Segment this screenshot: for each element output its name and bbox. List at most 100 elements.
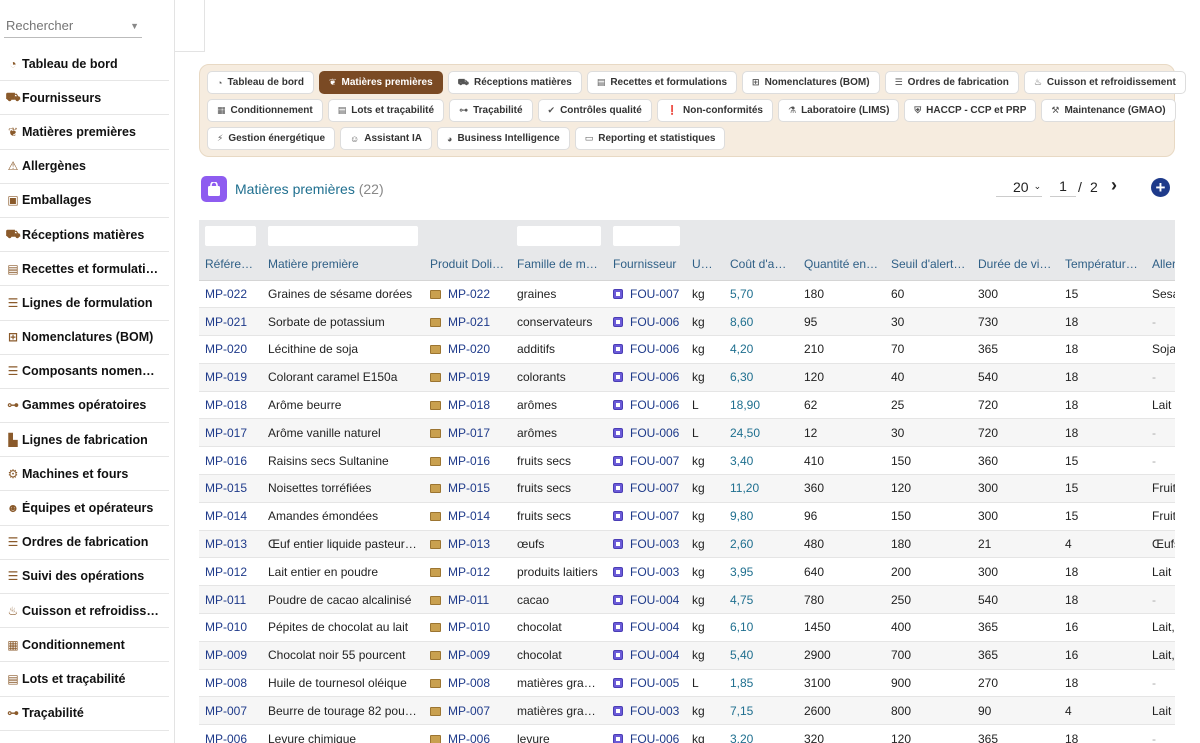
tab-cuisson-et-refroidissement[interactable]: ♨ Cuisson et refroidissement [1023, 71, 1186, 94]
tab-recettes-et-formulations[interactable]: ▤ Recettes et formulations [586, 71, 738, 94]
cell-reference[interactable]: MP-016 [199, 446, 262, 476]
tab-matieres-premieres[interactable]: ❦ Matières premières [318, 71, 443, 94]
cell-reference[interactable]: MP-011 [199, 585, 262, 615]
add-record-button[interactable]: + [1151, 178, 1170, 197]
cell-produit-dolibarr[interactable]: MP-007 [424, 696, 511, 726]
cell-reference[interactable]: MP-015 [199, 474, 262, 503]
tab-maintenance-gmao[interactable]: ⚒ Maintenance (GMAO) [1041, 99, 1176, 122]
table-row[interactable]: MP-013 Œuf entier liquide pasteurisé MP-01… [199, 530, 1175, 559]
cell-reference[interactable]: MP-007 [199, 696, 262, 726]
table-row[interactable]: MP-021 Sorbate de potassium MP-021 conserva… [199, 307, 1175, 337]
sidebar-item-emballages[interactable]: ▣ Emballages [0, 184, 169, 218]
sidebar-item-allergenes[interactable]: ⚠ Allergènes [0, 150, 169, 184]
cell-produit-dolibarr[interactable]: MP-021 [424, 307, 511, 337]
cell-produit-dolibarr[interactable]: MP-010 [424, 613, 511, 642]
tab-nomenclatures-bom[interactable]: ⊞ Nomenclatures (BOM) [742, 71, 880, 94]
column-header-allergenes[interactable]: Allergènes [1146, 248, 1175, 281]
cell-produit-dolibarr[interactable]: MP-016 [424, 446, 511, 476]
sidebar-item-fournisseurs[interactable]: ⛟ Fournisseurs [0, 81, 169, 116]
cell-reference[interactable]: MP-019 [199, 363, 262, 392]
cell-reference[interactable]: MP-009 [199, 641, 262, 670]
cell-reference[interactable]: MP-010 [199, 613, 262, 642]
sidebar-item-machines-et-fours[interactable]: ⚙ Machines et fours [0, 457, 169, 492]
cell-produit-dolibarr[interactable]: MP-015 [424, 474, 511, 503]
cell-fournisseur[interactable]: FOU-003 [607, 696, 686, 726]
cell-fournisseur[interactable]: FOU-003 [607, 530, 686, 559]
column-header-unite[interactable]: Unité [686, 248, 724, 281]
sidebar-item-lignes-de-formulation[interactable]: ☰ Lignes de formulation [0, 286, 169, 321]
tab-assistant-ia[interactable]: ☺ Assistant IA [340, 127, 433, 150]
sidebar-item-lignes-de-fabrication[interactable]: ▙ Lignes de fabrication [0, 423, 169, 458]
cell-reference[interactable]: MP-022 [199, 280, 262, 309]
column-header-reference[interactable]: Référence [199, 248, 262, 281]
cell-fournisseur[interactable]: FOU-006 [607, 363, 686, 392]
tab-lots-et-tracabilite[interactable]: ▤ Lots et traçabilité [327, 99, 445, 122]
table-row[interactable]: MP-007 Beurre de tourage 82 pourcent MP-00… [199, 696, 1175, 726]
sidebar-item-equipes-et-operateurs[interactable]: ☻ Équipes et opérateurs [0, 491, 169, 526]
table-row[interactable]: MP-010 Pépites de chocolat au lait MP-010 c… [199, 613, 1175, 642]
tab-receptions-matieres[interactable]: ⛟ Réceptions matières [447, 71, 582, 94]
tab-reporting-et-statistiques[interactable]: ▭ Reporting et statistiques [574, 127, 726, 150]
tab-haccp-ccp-et-prp[interactable]: ⛨ HACCP - CCP et PRP [904, 99, 1037, 122]
cell-produit-dolibarr[interactable]: MP-018 [424, 391, 511, 420]
column-header-produit-dolibarr[interactable]: Produit Dolibarr [424, 248, 511, 281]
filter-input-reference[interactable] [205, 226, 256, 246]
cell-fournisseur[interactable]: FOU-006 [607, 391, 686, 420]
cell-fournisseur[interactable]: FOU-006 [607, 335, 686, 364]
next-page-button[interactable]: › [1111, 175, 1117, 196]
sidebar-item-tableau-de-bord[interactable]: ◔ Tableau de bord [0, 47, 169, 82]
filter-input-fournisseur[interactable] [613, 226, 680, 246]
table-row[interactable]: MP-020 Lécithine de soja MP-020 additifs FOU… [199, 335, 1175, 364]
table-row[interactable]: MP-017 Arôme vanille naturel MP-017 arômes F… [199, 418, 1175, 448]
cell-produit-dolibarr[interactable]: MP-013 [424, 530, 511, 559]
cell-fournisseur[interactable]: FOU-007 [607, 280, 686, 309]
cell-fournisseur[interactable]: FOU-007 [607, 446, 686, 476]
column-header-duree-de-vie-jours[interactable]: Durée de vie (jours) [972, 248, 1059, 281]
tab-tableau-de-bord[interactable]: ◔ Tableau de bord [207, 71, 314, 94]
table-row[interactable]: MP-009 Chocolat noir 55 pourcent MP-009 cho… [199, 641, 1175, 670]
table-row[interactable]: MP-008 Huile de tournesol oléique MP-008 ma… [199, 669, 1175, 698]
cell-fournisseur[interactable]: FOU-006 [607, 418, 686, 448]
table-row[interactable]: MP-018 Arôme beurre MP-018 arômes FOU-006 L 18… [199, 391, 1175, 420]
cell-fournisseur[interactable]: FOU-005 [607, 669, 686, 698]
cell-fournisseur[interactable]: FOU-007 [607, 474, 686, 503]
sidebar-item-ordres-de-fabrication[interactable]: ☰ Ordres de fabrication [0, 526, 169, 560]
column-header-temperature-stockage[interactable]: Température stockage [1059, 248, 1146, 281]
sidebar-item-tracabilite[interactable]: ⊶ Traçabilité [0, 697, 169, 731]
table-row[interactable]: MP-022 Graines de sésame dorées MP-022 grai… [199, 280, 1175, 309]
cell-fournisseur[interactable]: FOU-004 [607, 641, 686, 670]
cell-fournisseur[interactable]: FOU-004 [607, 613, 686, 642]
sidebar-item-cuisson-et-refroidissement[interactable]: ♨Cuisson et refroidissement [0, 594, 169, 629]
cell-produit-dolibarr[interactable]: MP-008 [424, 669, 511, 698]
cell-produit-dolibarr[interactable]: MP-017 [424, 418, 511, 448]
cell-produit-dolibarr[interactable]: MP-014 [424, 502, 511, 531]
cell-reference[interactable]: MP-020 [199, 335, 262, 364]
table-row[interactable]: MP-011 Poudre de cacao alcalinisé MP-011 ca… [199, 585, 1175, 615]
sidebar-item-recettes-et-formulations[interactable]: ▤ Recettes et formulations [0, 252, 169, 287]
column-header-quantite-en-stock[interactable]: Quantité en stock [798, 248, 885, 281]
tab-tracabilite[interactable]: ⊶ Traçabilité [449, 99, 533, 122]
table-row[interactable]: MP-016 Raisins secs Sultanine MP-016 fruits… [199, 446, 1175, 476]
filter-input-famille-de-matiere[interactable] [517, 226, 601, 246]
sidebar-item-receptions-matieres[interactable]: ⛟ Réceptions matières [0, 218, 169, 253]
cell-produit-dolibarr[interactable]: MP-020 [424, 335, 511, 364]
tab-ordres-de-fabrication[interactable]: ☰ Ordres de fabrication [884, 71, 1019, 94]
column-header-matiere-premiere[interactable]: Matière première [262, 248, 424, 281]
sidebar-item-composants-nomenclature[interactable]: ☰Composants nomenclature [0, 355, 169, 389]
tab-conditionnement[interactable]: ▦ Conditionnement [207, 99, 323, 122]
table-row[interactable]: MP-012 Lait entier en poudre MP-012 produit… [199, 557, 1175, 587]
search-dropdown-icon[interactable]: ▼ [130, 21, 139, 31]
cell-fournisseur[interactable]: FOU-004 [607, 585, 686, 615]
sidebar-item-suivi-des-operations[interactable]: ☰ Suivi des opérations [0, 560, 169, 594]
cell-reference[interactable]: MP-006 [199, 724, 262, 743]
tab-laboratoire-lims[interactable]: ⚗ Laboratoire (LIMS) [777, 99, 900, 122]
tab-non-conformites[interactable]: ❗ Non-conformités [656, 99, 773, 122]
table-row[interactable]: MP-015 Noisettes torréfiées MP-015 fruits s… [199, 474, 1175, 503]
table-row[interactable]: MP-019 Colorant caramel E150a MP-019 colora… [199, 363, 1175, 392]
cell-produit-dolibarr[interactable]: MP-022 [424, 280, 511, 309]
search-input[interactable] [4, 12, 124, 39]
tab-controles-qualite[interactable]: ✔ Contrôles qualité [537, 99, 652, 122]
filter-input-matiere-premiere[interactable] [268, 226, 418, 246]
cell-reference[interactable]: MP-018 [199, 391, 262, 420]
page-size-select[interactable]: 20 ⌄ [996, 177, 1042, 197]
